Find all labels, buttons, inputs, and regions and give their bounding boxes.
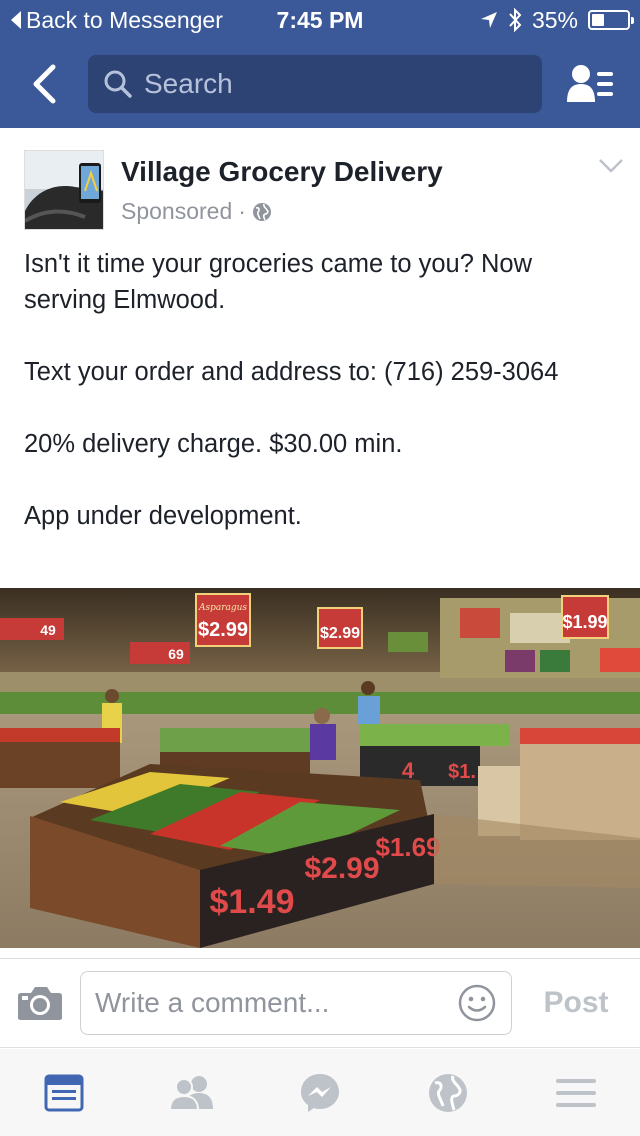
sign-asparagus-label: Asparagus [198, 603, 247, 613]
comment-field[interactable] [80, 971, 512, 1035]
tab-friends[interactable] [128, 1049, 256, 1136]
battery-percent: 35% [531, 6, 578, 33]
post-header: Village Grocery Delivery Sponsored · [24, 150, 624, 232]
sign-price: $1. [448, 761, 476, 783]
friend-requests-icon [567, 65, 613, 102]
back-to-messenger-label: Back to Messenger [26, 6, 223, 33]
grocery-store-illustration: Asparagus $2.99 $2.99 $1.99 49 69 4 $1. … [0, 588, 640, 948]
back-button[interactable] [0, 40, 88, 128]
camera-icon [18, 987, 62, 1020]
sign-price: 69 [168, 646, 184, 662]
tab-menu[interactable] [512, 1049, 640, 1136]
comment-input[interactable] [95, 987, 457, 1019]
sign-price: $2.99 [320, 625, 360, 642]
sign-price: $1.99 [562, 612, 607, 632]
battery-level [592, 14, 604, 26]
page-avatar[interactable] [24, 150, 104, 230]
post-options-chevron-icon[interactable] [598, 158, 624, 174]
separator-dot: · [238, 198, 246, 224]
nav-bar [0, 40, 640, 128]
post-paragraph: Isn't it time your groceries came to you… [24, 250, 532, 314]
status-bar: Back to Messenger 7:45 PM 35% [0, 0, 640, 40]
sign-price: 49 [40, 622, 56, 638]
comment-bar: Post [0, 958, 640, 1048]
location-arrow-icon [480, 12, 497, 28]
back-chevron-icon [33, 64, 56, 104]
menu-icon [556, 1078, 596, 1107]
search-input[interactable] [144, 68, 504, 100]
sponsored-post: Village Grocery Delivery Sponsored · Isn… [0, 128, 640, 948]
tab-news-feed[interactable] [0, 1049, 128, 1136]
sign-price: $2.99 [304, 852, 379, 885]
friends-icon [169, 1075, 213, 1111]
battery-icon [588, 10, 634, 30]
sign-price: $2.99 [198, 619, 248, 641]
globe-icon [252, 202, 271, 221]
post-image-grocery-store[interactable]: Asparagus $2.99 $2.99 $1.99 49 69 4 $1. … [0, 588, 640, 948]
search-box[interactable] [88, 55, 542, 113]
camera-button[interactable] [0, 958, 80, 1048]
sponsored-label[interactable]: Sponsored [121, 198, 232, 225]
messenger-icon [301, 1073, 339, 1112]
avatar-image [25, 151, 103, 229]
page-name[interactable]: Village Grocery Delivery [121, 156, 443, 188]
post-paragraph: 20% delivery charge. $30.00 min. [24, 430, 403, 458]
back-to-messenger-link[interactable]: Back to Messenger [10, 7, 223, 34]
tab-bar [0, 1049, 640, 1136]
tab-notifications-globe[interactable] [384, 1049, 512, 1136]
post-paragraph: App under development. [24, 502, 302, 530]
friend-requests-button[interactable] [542, 40, 640, 128]
globe-icon [429, 1073, 467, 1112]
tab-messenger[interactable] [256, 1049, 384, 1136]
sign-price: $1.49 [209, 883, 294, 921]
post-text: Isn't it time your groceries came to you… [24, 246, 620, 534]
search-icon [104, 70, 132, 98]
bluetooth-icon [509, 8, 522, 32]
back-triangle-icon [11, 11, 21, 29]
sign-price: $1.69 [375, 832, 440, 862]
news-feed-icon [44, 1074, 84, 1111]
sponsored-line: Sponsored · [121, 198, 272, 225]
post-paragraph: Text your order and address to: (716) 25… [24, 358, 559, 386]
post-comment-button[interactable]: Post [512, 986, 640, 1020]
emoji-icon[interactable] [457, 983, 497, 1023]
